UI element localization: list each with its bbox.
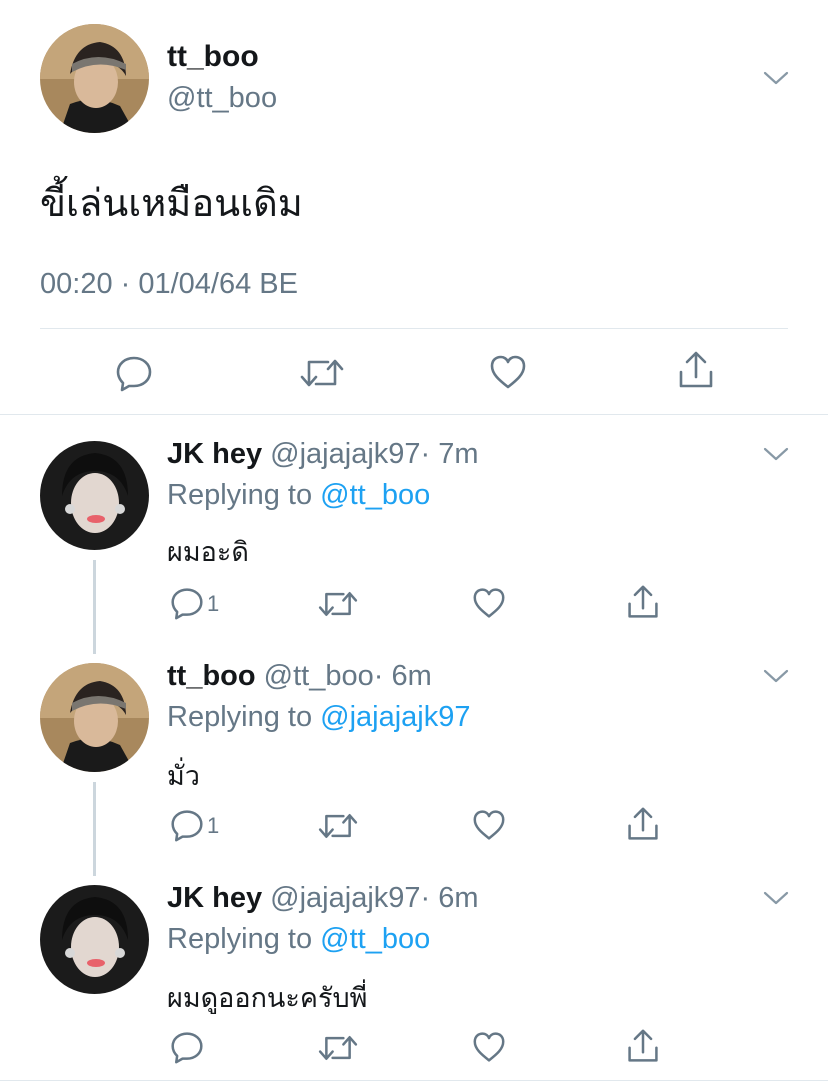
- replying-prefix: Replying to: [167, 923, 313, 955]
- reply-icon[interactable]: [170, 1030, 204, 1064]
- chevron-down-icon[interactable]: [763, 70, 789, 86]
- chevron-down-icon[interactable]: [763, 890, 789, 906]
- display-name[interactable]: tt_boo: [167, 660, 256, 692]
- replying-to: Replying to @tt_boo: [167, 479, 430, 512]
- heart-icon[interactable]: [472, 587, 506, 619]
- display-name[interactable]: JK hey: [167, 438, 262, 470]
- share-icon[interactable]: [677, 350, 715, 390]
- reply-time[interactable]: · 6m: [374, 660, 432, 692]
- retweet-icon[interactable]: [318, 809, 358, 843]
- share-icon[interactable]: [626, 1028, 660, 1064]
- retweet-icon[interactable]: [318, 1031, 358, 1065]
- heart-icon[interactable]: [472, 809, 506, 841]
- tweet-text: ขี้เล่นเหมือนเดิม: [40, 183, 303, 225]
- replying-prefix: Replying to: [167, 479, 313, 511]
- user-handle[interactable]: @jajajajk97: [270, 438, 420, 470]
- avatar-jk-hey[interactable]: [40, 885, 149, 994]
- chevron-down-icon[interactable]: [763, 668, 789, 684]
- share-icon[interactable]: [626, 584, 660, 620]
- replying-to: Replying to @tt_boo: [167, 923, 430, 956]
- replying-to-link[interactable]: @jajajajk97: [320, 701, 470, 733]
- display-name[interactable]: tt_boo: [167, 40, 259, 74]
- display-name[interactable]: JK hey: [167, 882, 262, 914]
- user-handle[interactable]: @tt_boo: [264, 660, 374, 692]
- retweet-icon[interactable]: [300, 354, 344, 392]
- replying-to: Replying to @jajajajk97: [167, 701, 471, 734]
- thread-line: [93, 782, 96, 876]
- reply-icon[interactable]: [170, 586, 204, 620]
- replying-prefix: Replying to: [167, 701, 313, 733]
- reply-icon[interactable]: [170, 808, 204, 842]
- reply-text: มั่ว: [167, 761, 200, 791]
- share-icon[interactable]: [626, 806, 660, 842]
- user-handle[interactable]: @tt_boo: [167, 82, 277, 115]
- tweet-timestamp[interactable]: 00:20 · 01/04/64 BE: [40, 268, 298, 301]
- reply-header: JK hey @jajajajk97· 6m: [167, 882, 479, 915]
- divider: [0, 414, 828, 415]
- avatar-tt-boo[interactable]: [40, 663, 149, 772]
- divider: [0, 1080, 828, 1081]
- reply-header: tt_boo @tt_boo· 6m: [167, 660, 432, 693]
- chevron-down-icon[interactable]: [763, 446, 789, 462]
- reply-text: ผมดูออกนะครับพี่: [167, 983, 368, 1013]
- divider: [40, 328, 788, 329]
- user-handle[interactable]: @jajajajk97: [270, 882, 420, 914]
- reply-count: 1: [207, 813, 220, 838]
- reply-count: 1: [207, 591, 220, 616]
- replying-to-link[interactable]: @tt_boo: [320, 923, 430, 955]
- reply-text: ผมอะดิ: [167, 537, 249, 567]
- replying-to-link[interactable]: @tt_boo: [320, 479, 430, 511]
- heart-icon[interactable]: [489, 354, 527, 390]
- heart-icon[interactable]: [472, 1031, 506, 1063]
- reply-time[interactable]: · 7m: [421, 438, 479, 470]
- reply-header: JK hey @jajajajk97· 7m: [167, 438, 479, 471]
- thread-line: [93, 560, 96, 654]
- retweet-icon[interactable]: [318, 587, 358, 621]
- avatar-jk-hey[interactable]: [40, 441, 149, 550]
- avatar-tt-boo[interactable]: [40, 24, 149, 133]
- reply-icon[interactable]: [115, 354, 153, 392]
- reply-time[interactable]: · 6m: [421, 882, 479, 914]
